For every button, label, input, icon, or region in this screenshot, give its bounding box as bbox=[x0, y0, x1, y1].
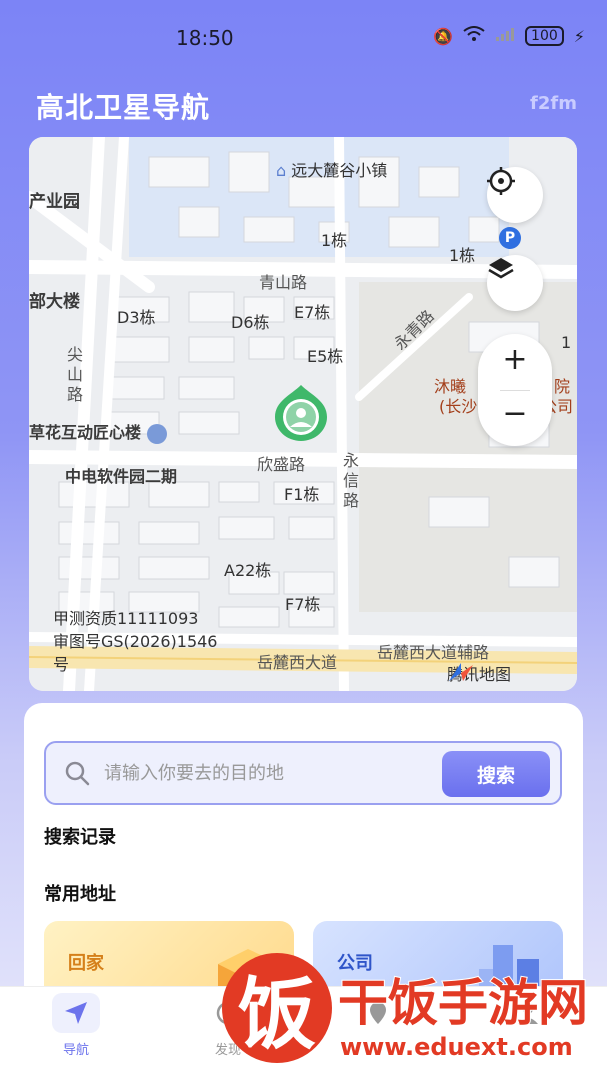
zoom-out-button[interactable]: − bbox=[478, 396, 552, 431]
map-road-yuelu-aux: 岳麓西大道辅路 bbox=[377, 643, 490, 662]
status-icons: 🔕 100 ⚡ bbox=[433, 26, 585, 46]
tab-navigation[interactable]: 导航 bbox=[36, 993, 116, 1058]
map-poi-zhongdian[interactable]: 中电软件园二期 bbox=[65, 463, 177, 487]
map-provider-logo: 腾讯地图 bbox=[447, 661, 511, 685]
map-label-e5: E5栋 bbox=[307, 347, 344, 366]
watermark-name: 干饭手游网 bbox=[337, 973, 589, 1033]
map-label-building-1a: 1栋 bbox=[321, 231, 348, 250]
building-poi-icon bbox=[146, 423, 167, 444]
zoom-in-button[interactable]: + bbox=[478, 342, 552, 377]
navigation-arrow-icon bbox=[65, 1002, 87, 1024]
map-label-d6: D6栋 bbox=[231, 313, 270, 332]
destination-input[interactable] bbox=[104, 757, 424, 789]
map-label-f7: F7栋 bbox=[285, 595, 321, 614]
search-button[interactable]: 搜索 bbox=[442, 751, 550, 797]
zoom-control: + − bbox=[478, 334, 552, 446]
map-label-building-1b: 1栋 bbox=[449, 246, 476, 265]
home-poi-icon: ⌂ bbox=[276, 161, 287, 180]
locate-button[interactable] bbox=[487, 167, 543, 223]
map-label-f1: F1栋 bbox=[284, 485, 320, 504]
app-badge: f2fm bbox=[530, 93, 577, 114]
layers-button[interactable] bbox=[487, 255, 543, 311]
layers-icon bbox=[488, 258, 514, 279]
map-road-xinsheng: 欣盛路 bbox=[257, 455, 306, 474]
watermark-url: www.eduext.com bbox=[340, 1033, 573, 1061]
wifi-icon bbox=[463, 26, 485, 46]
map-view[interactable]: ⌂ 远大麓谷小镇 产业园 1栋 1栋 青山路 部大楼 D3栋 D6栋 E7栋 E… bbox=[29, 137, 577, 691]
map-road-jianshan: 尖山路 bbox=[67, 345, 84, 404]
tab-navigation-icon-box bbox=[52, 993, 100, 1033]
home-card-title: 回家 bbox=[68, 953, 104, 974]
map-license-1: 甲测资质11111093 bbox=[53, 609, 199, 628]
status-time: 18:50 bbox=[176, 26, 234, 50]
zoom-divider bbox=[500, 390, 530, 391]
charging-icon: ⚡ bbox=[573, 26, 585, 46]
map-road-yuelu: 岳麓西大道 bbox=[257, 653, 338, 672]
parking-icon[interactable]: P bbox=[499, 227, 521, 249]
map-poi-town[interactable]: ⌂ 远大麓谷小镇 bbox=[276, 157, 387, 181]
search-icon bbox=[65, 761, 90, 786]
crosshair-icon bbox=[487, 167, 515, 195]
map-road-qingshan: 青山路 bbox=[259, 273, 308, 292]
search-history-title: 搜索记录 bbox=[44, 827, 116, 848]
watermark-logo: 饭 bbox=[222, 953, 332, 1063]
map-label-side: 1 bbox=[561, 333, 572, 352]
tencent-map-icon bbox=[449, 663, 473, 681]
map-label-park: 产业园 bbox=[29, 192, 80, 212]
app-title: 高北卫星导航 bbox=[36, 91, 211, 124]
mute-icon: 🔕 bbox=[433, 26, 454, 46]
location-pin-icon bbox=[275, 385, 327, 441]
battery-icon: 100 bbox=[525, 26, 564, 46]
watermark: 饭 干饭手游网 www.eduext.com bbox=[210, 945, 600, 1075]
map-road-yongxin: 永信路 bbox=[343, 451, 360, 510]
map-label-hq: 部大楼 bbox=[29, 292, 80, 312]
status-bar: 18:50 🔕 100 ⚡ bbox=[0, 0, 607, 72]
search-bar: 搜索 bbox=[44, 741, 562, 805]
common-address-title: 常用地址 bbox=[44, 884, 116, 905]
map-label-a22: A22栋 bbox=[224, 561, 272, 580]
map-license-3: 号 bbox=[53, 655, 70, 674]
map-poi-changsha: (长沙 bbox=[439, 397, 478, 416]
signal-icon bbox=[495, 26, 515, 46]
map-license-2: 审图号GS(2026)1546 bbox=[53, 632, 218, 651]
map-label-e7: E7栋 bbox=[294, 303, 331, 322]
map-label-d3: D3栋 bbox=[117, 308, 156, 327]
tab-navigation-label: 导航 bbox=[62, 1043, 89, 1058]
map-poi-huahu[interactable]: 草花互动匠心楼 bbox=[29, 419, 167, 444]
